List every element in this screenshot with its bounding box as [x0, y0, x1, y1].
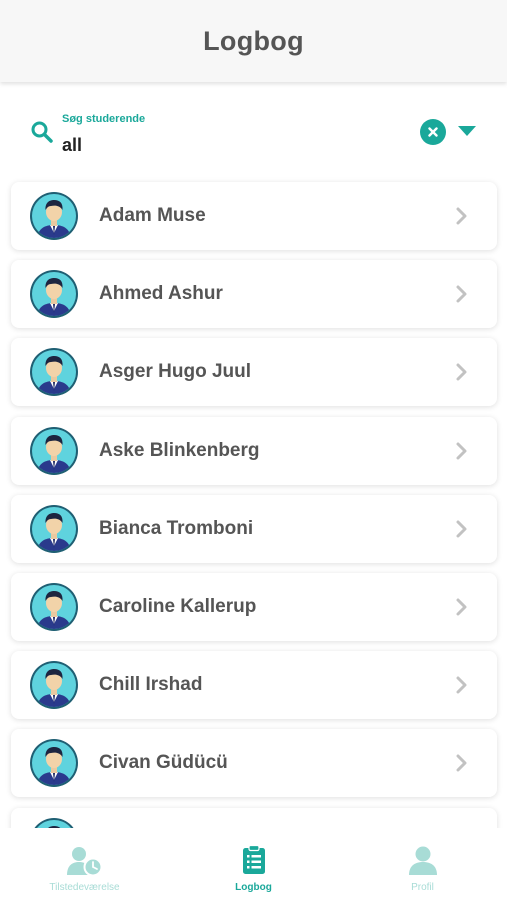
avatar [30, 192, 78, 240]
student-list-item[interactable]: Asger Hugo Juul [11, 338, 497, 407]
tab-logbog[interactable]: Logbog [169, 828, 338, 900]
avatar [30, 270, 78, 319]
student-list-item[interactable]: Aske Blinkenberg [11, 416, 497, 485]
search-input[interactable] [62, 135, 362, 156]
student-name: Chill Irshad [99, 674, 203, 696]
student-name: Aske Blinkenberg [99, 439, 260, 461]
dropdown-arrow-icon[interactable] [458, 126, 476, 136]
student-list-item[interactable]: Chill Irshad [11, 651, 497, 720]
avatar [34, 817, 74, 828]
student-name: Adam Muse [99, 205, 206, 226]
search-bar[interactable]: Søg studerende [0, 100, 507, 166]
student-list-item[interactable]: Bianca Tromboni [11, 494, 497, 563]
chevron-right-icon [456, 442, 467, 460]
student-name: Bianca Tromboni [99, 517, 254, 539]
chevron-right-icon [456, 598, 467, 616]
chevron-right-icon [456, 754, 467, 772]
student-name: Civan Güdücü [99, 752, 228, 774]
student-list-item[interactable]: Civan Güdücü [11, 729, 497, 798]
student-name: Caroline Kallerup [99, 596, 257, 617]
chevron-right-icon [456, 520, 467, 538]
page-title: Logbog [203, 25, 304, 56]
student-list-item[interactable] [11, 807, 497, 828]
profile-icon [408, 846, 437, 875]
avatar [30, 348, 78, 397]
chevron-right-icon [456, 285, 467, 303]
student-list: Adam Muse Ahmed Ashur Asger Hugo Juul Aske … [0, 172, 507, 828]
tab-label: Tilstedeværelse [49, 882, 120, 893]
app-header: Logbog [0, 0, 507, 82]
clipboard-icon [242, 845, 265, 874]
avatar [30, 504, 78, 553]
tab-label: Profil [411, 882, 434, 893]
student-list-item[interactable]: Ahmed Ashur [11, 260, 497, 329]
student-list-item[interactable]: Adam Muse [11, 182, 497, 250]
student-name: Asger Hugo Juul [99, 361, 252, 383]
tab-profil[interactable]: Profil [338, 828, 507, 900]
tab-tilstedevaerelse[interactable]: Tilstedeværelse [0, 828, 169, 900]
chevron-right-icon [456, 676, 467, 694]
avatar [30, 583, 78, 631]
avatar [30, 661, 78, 710]
student-name: Ahmed Ashur [99, 283, 223, 305]
student-list-item[interactable]: Caroline Kallerup [11, 573, 497, 641]
bottom-tab-bar: Tilstedeværelse Logbog Profil [0, 828, 507, 900]
tab-label: Logbog [235, 882, 272, 893]
avatar [30, 426, 78, 475]
search-label: Søg studerende [62, 113, 146, 125]
clear-search-button[interactable] [420, 119, 446, 145]
attendance-icon [66, 847, 102, 877]
chevron-right-icon [456, 207, 467, 225]
search-icon [31, 121, 53, 143]
chevron-right-icon [456, 363, 467, 381]
close-icon [428, 127, 438, 137]
avatar [30, 739, 78, 788]
